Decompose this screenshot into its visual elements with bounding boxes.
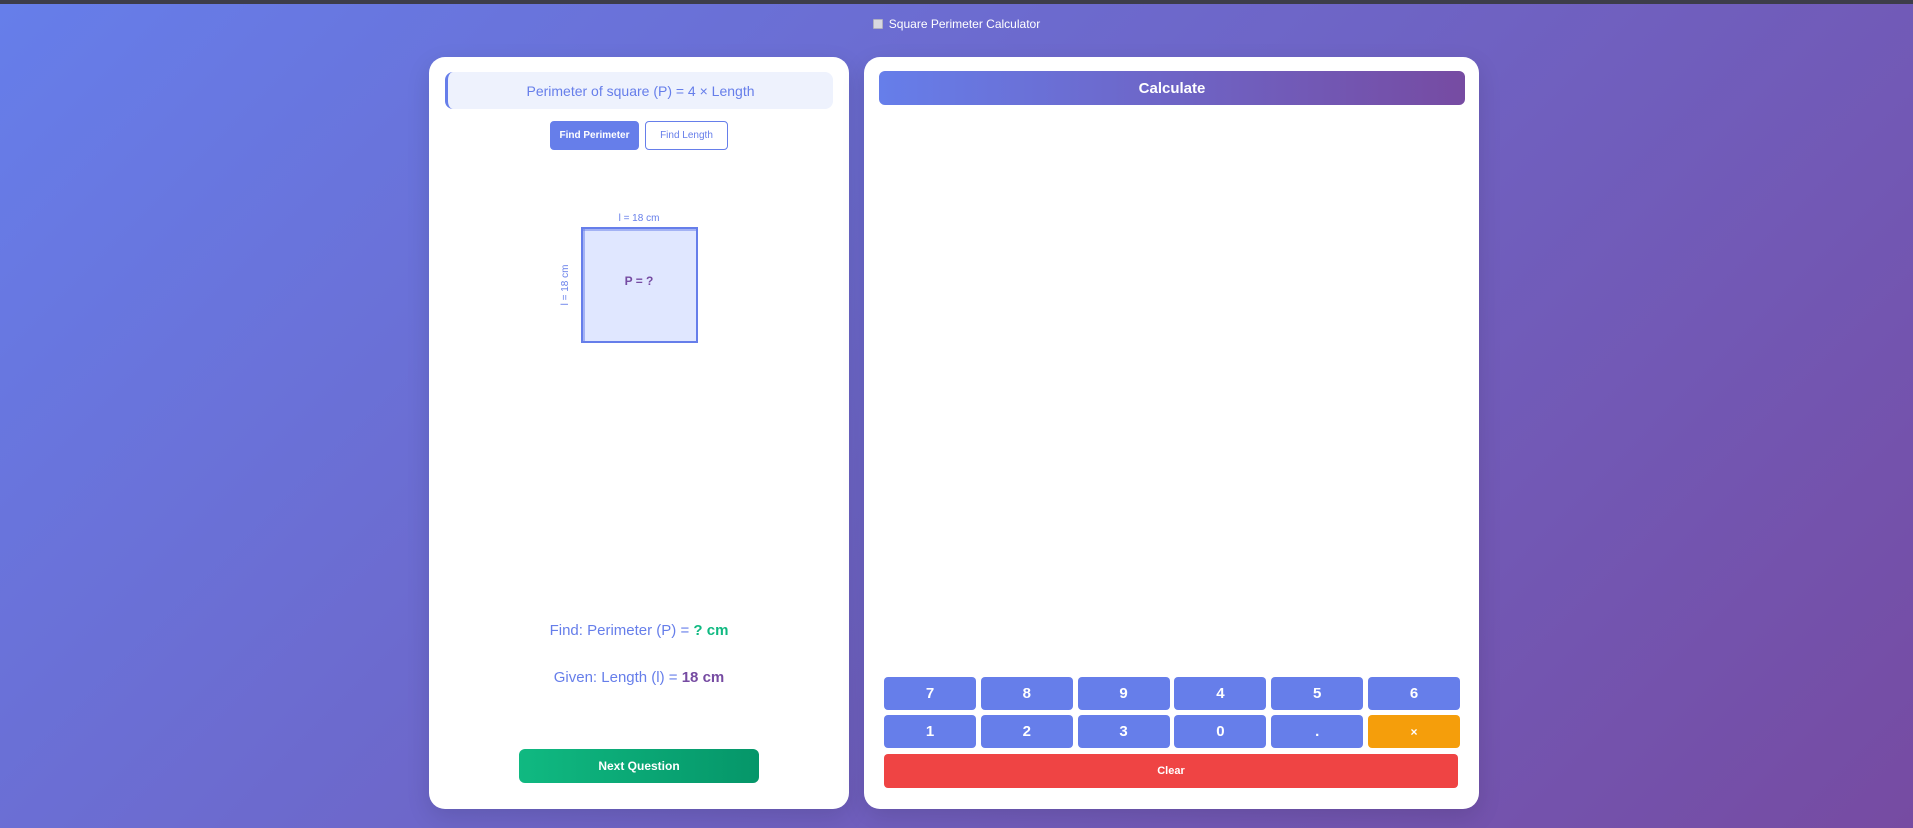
top-side-label: l = 18 cm — [619, 213, 660, 224]
clear-button[interactable]: Clear — [884, 754, 1458, 788]
find-prefix: Find: Perimeter (P) = — [549, 622, 694, 639]
given-statement: Given: Length (l) = 18 cm — [429, 669, 849, 686]
key-0[interactable]: 0 — [1174, 715, 1267, 748]
backspace-button[interactable]: × — [1367, 715, 1460, 748]
calculator-panel: Calculate 7 8 9 4 5 6 1 2 3 0 . × Clear — [864, 57, 1479, 809]
key-4[interactable]: 4 — [1174, 677, 1267, 710]
key-1[interactable]: 1 — [884, 715, 976, 748]
key-5[interactable]: 5 — [1271, 677, 1364, 710]
given-prefix: Given: Length (l) = — [553, 669, 682, 686]
key-6[interactable]: 6 — [1367, 677, 1460, 710]
calculate-header: Calculate — [879, 71, 1465, 105]
find-value: ? cm — [693, 622, 729, 639]
square-icon — [872, 19, 883, 29]
key-8[interactable]: 8 — [980, 677, 1073, 710]
question-panel: Perimeter of square (P) = 4 × Length Fin… — [429, 57, 849, 809]
app-title-text: Square Perimeter Calculator — [888, 17, 1041, 31]
key-9[interactable]: 9 — [1077, 677, 1170, 710]
key-decimal[interactable]: . — [1271, 715, 1364, 748]
next-question-button[interactable]: Next Question — [519, 749, 759, 783]
keypad: 7 8 9 4 5 6 1 2 3 0 . × — [884, 677, 1460, 748]
key-3[interactable]: 3 — [1077, 715, 1170, 748]
app-title: Square Perimeter Calculator — [0, 17, 1913, 31]
find-statement: Find: Perimeter (P) = ? cm — [429, 622, 849, 639]
key-7[interactable]: 7 — [884, 677, 976, 710]
top-bar — [0, 0, 1913, 4]
given-value: 18 cm — [681, 669, 725, 686]
perimeter-unknown-label: P = ? — [625, 274, 654, 288]
left-side-label: l = 18 cm — [560, 265, 571, 306]
square-diagram: l = 18 cm l = 18 cm P = ? — [560, 213, 698, 343]
key-2[interactable]: 2 — [980, 715, 1073, 748]
